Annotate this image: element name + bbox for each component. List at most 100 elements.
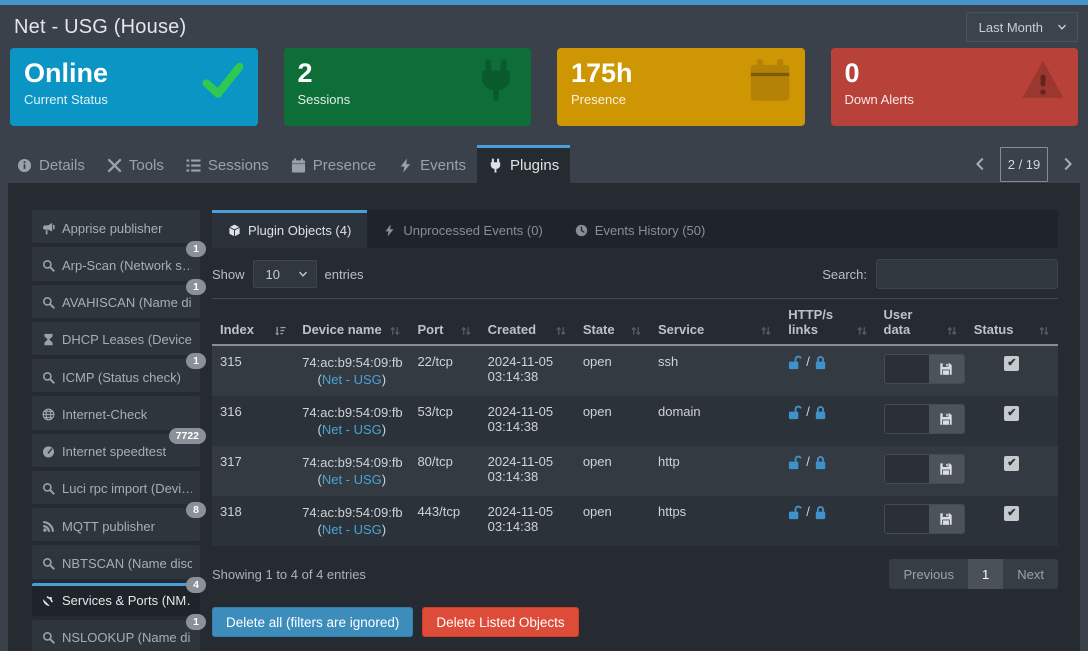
- cell-service: https: [650, 496, 780, 546]
- next-page-button[interactable]: Next: [1003, 559, 1058, 589]
- search-input[interactable]: [876, 259, 1058, 289]
- column-header-service[interactable]: Service: [650, 299, 780, 346]
- sidebar-item-mqtt-publisher[interactable]: MQTT publisher8: [32, 508, 200, 541]
- tab-plugins[interactable]: Plugins: [477, 145, 570, 183]
- page-size-value: 10: [266, 267, 280, 282]
- https-link[interactable]: [813, 355, 828, 370]
- sidebar-item-nslookup-name-di[interactable]: NSLOOKUP (Name di…1: [32, 620, 200, 651]
- sidebar-item-internet-check[interactable]: Internet-Check: [32, 396, 200, 429]
- sidebar-item-label: ICMP (Status check): [62, 370, 181, 385]
- cube-icon: [228, 224, 241, 237]
- https-link[interactable]: [813, 405, 828, 420]
- globe-icon: [42, 408, 55, 421]
- save-icon: [939, 512, 953, 526]
- clock-icon: [575, 224, 588, 237]
- column-header-port[interactable]: Port: [409, 299, 479, 346]
- count-badge: 1: [186, 353, 206, 369]
- sort-icon: [460, 325, 472, 337]
- sidebar-item-avahiscan-name-di[interactable]: AVAHISCAN (Name di…1: [32, 285, 200, 318]
- lock-icon: [813, 455, 828, 470]
- column-header-user-data[interactable]: User data: [876, 299, 966, 346]
- cell-http-links: /: [780, 345, 875, 396]
- save-user-data-button[interactable]: [929, 405, 964, 433]
- previous-device-button[interactable]: [973, 157, 987, 171]
- http-link[interactable]: [788, 455, 803, 470]
- sidebar-item-label: MQTT publisher: [62, 519, 155, 534]
- http-link[interactable]: [788, 355, 803, 370]
- https-link[interactable]: [813, 505, 828, 520]
- chevron-left-icon: [973, 157, 987, 171]
- sidebar-item-arp-scan-network-s[interactable]: Arp-Scan (Network s…1: [32, 247, 200, 280]
- page-number-button[interactable]: 1: [968, 559, 1003, 589]
- column-header-index[interactable]: Index: [212, 299, 294, 346]
- user-data-input[interactable]: [885, 355, 929, 383]
- previous-page-button[interactable]: Previous: [889, 559, 968, 589]
- page-size-select[interactable]: 10: [253, 260, 317, 288]
- megaphone-icon: [42, 222, 55, 235]
- period-selector[interactable]: Last Month: [966, 12, 1078, 42]
- delete-all-button[interactable]: Delete all (filters are ignored): [212, 607, 413, 637]
- plugin-tab-plugin-objects-4[interactable]: Plugin Objects (4): [212, 210, 367, 248]
- sort-icon: [555, 325, 567, 337]
- user-data-input[interactable]: [885, 505, 929, 533]
- cell-created: 2024-11-05 03:14:38: [480, 345, 575, 396]
- device-link[interactable]: Net - USG: [322, 422, 382, 437]
- column-header-state[interactable]: State: [575, 299, 650, 346]
- action-buttons: Delete all (filters are ignored) Delete …: [212, 607, 1058, 637]
- sidebar-item-label: NSLOOKUP (Name di…: [62, 630, 192, 645]
- search-icon: [42, 557, 55, 570]
- tab-sessions[interactable]: Sessions: [175, 145, 280, 183]
- column-header-created[interactable]: Created: [480, 299, 575, 346]
- sidebar-item-services-ports-nm[interactable]: Services & Ports (NM…4: [32, 583, 200, 616]
- table-header: IndexDevice name Port CreatedStateServiceH…: [212, 299, 1058, 346]
- calendar-icon: [748, 58, 792, 102]
- cell-index: 316: [212, 396, 294, 446]
- user-data-input[interactable]: [885, 455, 929, 483]
- tab-events[interactable]: Events: [387, 145, 477, 183]
- chevron-down-icon: [298, 269, 308, 279]
- delete-listed-button[interactable]: Delete Listed Objects: [422, 607, 578, 637]
- save-user-data-button[interactable]: [929, 455, 964, 483]
- column-header-http-s-links[interactable]: HTTP/s links: [780, 299, 875, 346]
- list-icon: [186, 158, 201, 173]
- save-user-data-button[interactable]: [929, 355, 964, 383]
- cell-port: 80/tcp: [409, 446, 479, 496]
- link-separator: /: [806, 454, 810, 469]
- plugin-tab-label: Plugin Objects (4): [248, 223, 351, 238]
- plugin-tab-unprocessed-events-0[interactable]: Unprocessed Events (0): [367, 210, 558, 248]
- page-size-group: Show 10 entries: [212, 260, 364, 288]
- table-summary: Showing 1 to 4 of 4 entries: [212, 567, 366, 582]
- device-link[interactable]: Net - USG: [322, 472, 382, 487]
- device-link[interactable]: Net - USG: [322, 372, 382, 387]
- cell-service: http: [650, 446, 780, 496]
- https-link[interactable]: [813, 455, 828, 470]
- column-header-device-name[interactable]: Device name: [294, 299, 409, 346]
- http-link[interactable]: [788, 405, 803, 420]
- sidebar-item-dhcp-leases-device[interactable]: DHCP Leases (Device …: [32, 322, 200, 355]
- link-separator: /: [806, 504, 810, 519]
- plugin-sidebar: Apprise publisher Arp-Scan (Network s…1 AV…: [8, 183, 200, 651]
- sidebar-item-nbtscan-name-disc[interactable]: NBTSCAN (Name disc…: [32, 545, 200, 578]
- tab-tools[interactable]: Tools: [96, 145, 175, 183]
- sidebar-item-icmp-status-check[interactable]: ICMP (Status check)1: [32, 359, 200, 392]
- http-link[interactable]: [788, 505, 803, 520]
- user-data-input[interactable]: [885, 405, 929, 433]
- column-label: Port: [417, 322, 443, 337]
- tab-details[interactable]: Details: [6, 145, 96, 183]
- plugin-main: Plugin Objects (4) Unprocessed Events (0)…: [200, 183, 1080, 651]
- status-checkbox[interactable]: ✔: [1004, 356, 1019, 371]
- status-checkbox[interactable]: ✔: [1004, 506, 1019, 521]
- status-checkbox[interactable]: ✔: [1004, 456, 1019, 471]
- table-controls: Show 10 entries Search:: [212, 259, 1058, 289]
- plugin-tab-events-history-50[interactable]: Events History (50): [559, 210, 722, 248]
- device-link[interactable]: Net - USG: [322, 522, 382, 537]
- column-header-status[interactable]: Status: [966, 299, 1058, 346]
- tab-presence[interactable]: Presence: [280, 145, 387, 183]
- plugin-tab-label: Unprocessed Events (0): [403, 223, 542, 238]
- save-user-data-button[interactable]: [929, 505, 964, 533]
- sidebar-item-internet-speedtest[interactable]: Internet speedtest7722: [32, 434, 200, 467]
- status-checkbox[interactable]: ✔: [1004, 406, 1019, 421]
- sidebar-item-apprise-publisher[interactable]: Apprise publisher: [32, 210, 200, 243]
- next-device-button[interactable]: [1061, 157, 1075, 171]
- sidebar-item-luci-rpc-import-devi[interactable]: Luci rpc import (Devi…: [32, 471, 200, 504]
